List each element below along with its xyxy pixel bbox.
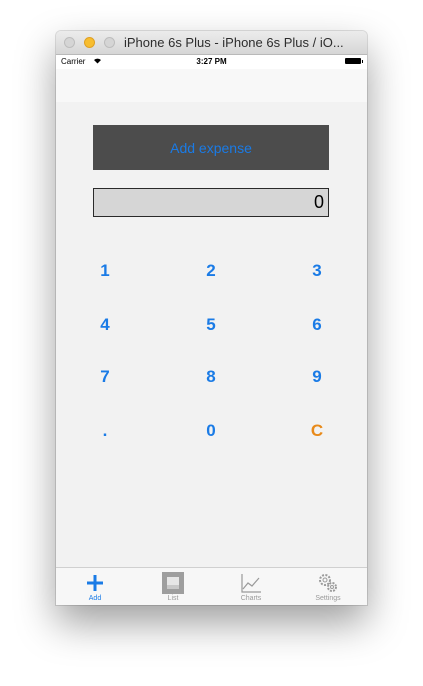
key-0[interactable]: 0 bbox=[191, 416, 231, 446]
window-titlebar: iPhone 6s Plus - iPhone 6s Plus / iO... bbox=[56, 31, 367, 55]
status-time: 3:27 PM bbox=[196, 57, 227, 66]
line-chart-icon bbox=[240, 572, 262, 594]
amount-field[interactable]: 0 bbox=[93, 188, 329, 217]
tab-list[interactable]: List bbox=[134, 568, 212, 605]
add-expense-button[interactable]: Add expense bbox=[93, 125, 329, 170]
tab-list-label: List bbox=[167, 595, 179, 602]
battery-icon bbox=[345, 58, 363, 64]
simulator-window: iPhone 6s Plus - iPhone 6s Plus / iO... … bbox=[56, 31, 367, 605]
key-4[interactable]: 4 bbox=[85, 310, 125, 340]
navigation-bar bbox=[56, 69, 367, 102]
key-decimal[interactable]: . bbox=[85, 416, 125, 446]
zoom-window-button[interactable] bbox=[104, 37, 115, 48]
key-3[interactable]: 3 bbox=[297, 256, 337, 286]
tab-add[interactable]: Add bbox=[56, 568, 134, 605]
add-expense-label: Add expense bbox=[170, 139, 252, 156]
key-5[interactable]: 5 bbox=[191, 310, 231, 340]
key-2[interactable]: 2 bbox=[191, 256, 231, 286]
key-9[interactable]: 9 bbox=[297, 362, 337, 392]
tab-charts[interactable]: Charts bbox=[212, 568, 290, 605]
key-7[interactable]: 7 bbox=[85, 362, 125, 392]
list-square-icon bbox=[162, 572, 184, 594]
key-6[interactable]: 6 bbox=[297, 310, 337, 340]
tab-bar: Add List Charts Settings bbox=[56, 567, 367, 605]
tab-charts-label: Charts bbox=[240, 595, 262, 602]
window-title: iPhone 6s Plus - iPhone 6s Plus / iO... bbox=[124, 35, 344, 50]
key-clear[interactable]: C bbox=[297, 416, 337, 446]
minimize-window-button[interactable] bbox=[84, 37, 95, 48]
key-8[interactable]: 8 bbox=[191, 362, 231, 392]
gears-icon bbox=[317, 572, 339, 594]
status-bar: Carrier 3:27 PM bbox=[56, 55, 367, 69]
close-window-button[interactable] bbox=[64, 37, 75, 48]
key-1[interactable]: 1 bbox=[85, 256, 125, 286]
plus-icon bbox=[84, 572, 106, 594]
tab-settings[interactable]: Settings bbox=[289, 568, 367, 605]
tab-add-label: Add bbox=[88, 595, 102, 602]
tab-settings-label: Settings bbox=[315, 595, 341, 602]
